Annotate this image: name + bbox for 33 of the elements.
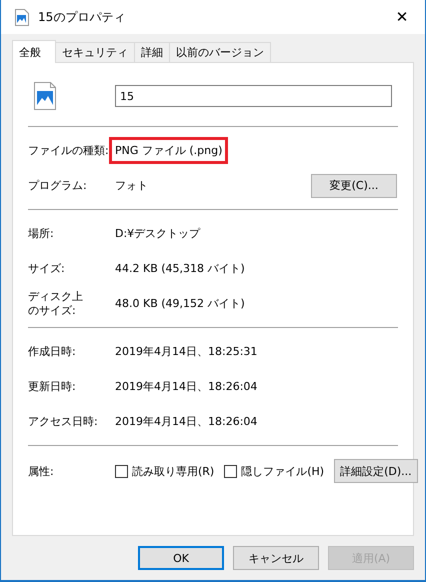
dialog-button[interactable]: OK [138, 546, 224, 570]
field-value: 2019年4月14日、18:26:04 [114, 414, 258, 430]
field-value: 48.0 KB (49,152 バイト) [114, 296, 246, 312]
tab[interactable]: 以前のバージョン [169, 42, 271, 62]
field-label: 更新日時: [28, 379, 77, 394]
field-value: PNG ファイル (.png) [109, 137, 228, 164]
tab[interactable]: 全般 [12, 40, 56, 63]
file-name-field[interactable]: 15 [115, 85, 392, 107]
field-label: プログラム: [28, 178, 88, 193]
field-label: ディスク上 [28, 290, 83, 304]
field-label: 属性: [28, 464, 55, 478]
window-title: 15のプロパティ [38, 8, 126, 26]
field-label: アクセス日時: [28, 414, 99, 429]
field-label: 場所: [28, 226, 55, 241]
checkbox[interactable] [224, 464, 238, 478]
close-icon[interactable]: ✕ [379, 0, 425, 34]
field-value: D:¥デスクトップ [114, 226, 202, 242]
advanced-button[interactable]: 詳細設定(D)... [334, 459, 418, 483]
field-label: 作成日時: [28, 344, 77, 359]
dialog-button[interactable]: キャンセル [233, 546, 319, 570]
field-value: 2019年4月14日、18:25:31 [114, 344, 258, 360]
checkbox[interactable] [115, 464, 128, 478]
checkbox-label[interactable]: 読み取り専用(R) [132, 464, 214, 478]
checkbox-label[interactable]: 隠しファイル(H) [241, 464, 324, 478]
field-label: サイズ: [28, 261, 66, 276]
field-value: 2019年4月14日、18:26:04 [114, 379, 258, 395]
field-label: ファイルの種類: [28, 143, 110, 158]
image-file-icon [15, 8, 29, 26]
image-file-icon [34, 82, 56, 110]
field-label: のサイズ: [28, 304, 76, 317]
change-button[interactable]: 変更(C)... [311, 174, 397, 198]
field-value: フォト [114, 178, 149, 194]
field-value: 44.2 KB (45,318 バイト) [114, 261, 246, 277]
